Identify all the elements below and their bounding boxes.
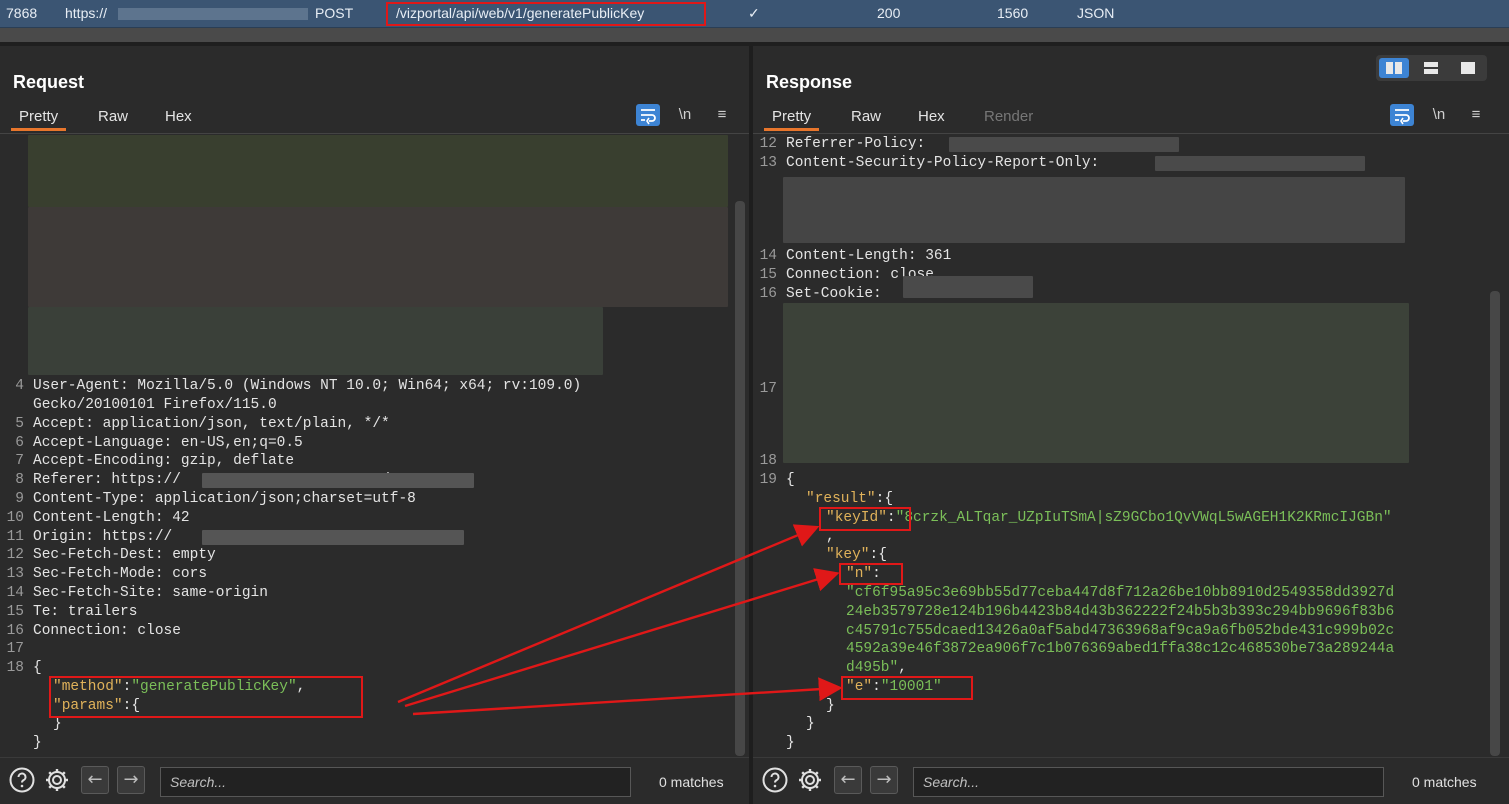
tab-hex[interactable]: Hex xyxy=(918,108,945,125)
next-match-arrow-icon[interactable]: → xyxy=(117,766,145,794)
history-mime: JSON xyxy=(1077,5,1115,21)
json-close: } xyxy=(786,735,795,751)
tab-raw[interactable]: Raw xyxy=(98,108,128,125)
response-title: Response xyxy=(766,72,853,92)
code-line: Sec-Fetch-Mode: cors xyxy=(33,566,208,582)
request-footer: ← → 0 matches xyxy=(0,757,749,804)
wrap-lines-icon[interactable] xyxy=(1390,104,1414,126)
json-result-line: "result":{ xyxy=(806,491,894,507)
response-scrollbar[interactable] xyxy=(1490,291,1500,756)
newline-toggle[interactable]: \n xyxy=(1427,104,1451,126)
code-line: Referrer-Policy: xyxy=(786,136,926,152)
redacted-host xyxy=(118,8,308,20)
wrap-lines-icon[interactable] xyxy=(636,104,660,126)
code-line: { xyxy=(33,660,42,676)
request-matches: 0 matches xyxy=(659,774,724,790)
json-close: } xyxy=(33,735,42,751)
help-icon[interactable] xyxy=(8,766,36,794)
json-n-value: d495b", xyxy=(846,660,907,676)
code-line: Set-Cookie: xyxy=(786,286,882,302)
tab-divider xyxy=(0,133,749,134)
split-vertical-icon[interactable] xyxy=(1416,58,1446,78)
history-length: 1560 xyxy=(997,5,1029,21)
menu-icon[interactable]: ≡ xyxy=(1464,104,1488,126)
settings-gear-icon[interactable] xyxy=(43,766,71,794)
history-id: 7868 xyxy=(6,5,38,21)
prev-match-arrow-icon[interactable]: ← xyxy=(834,766,862,794)
json-key-close: } xyxy=(826,698,835,714)
redacted-origin xyxy=(202,530,464,545)
code-line: Connection: close xyxy=(33,623,181,639)
code-line: Content-Length: 42 xyxy=(33,510,190,526)
json-n-value: "cf6f95a95c3e69bb55d77ceba447d8f712a26be… xyxy=(846,585,1395,601)
e-highlight xyxy=(841,676,973,700)
code-line: Origin: https:// xyxy=(33,529,173,545)
help-icon[interactable] xyxy=(761,766,789,794)
request-scrollbar[interactable] xyxy=(735,201,745,756)
code-line: Te: trailers xyxy=(33,604,138,620)
code-line: User-Agent: Mozilla/5.0 (Windows NT 10.0… xyxy=(33,378,582,394)
code-line: Content-Type: application/json;charset=u… xyxy=(33,491,416,507)
code-line: Accept-Encoding: gzip, deflate xyxy=(33,453,295,469)
response-search-input[interactable] xyxy=(913,767,1384,797)
json-n-value: 24eb3579728e124b196b4423b84d43b362222f24… xyxy=(846,604,1395,620)
next-match-arrow-icon[interactable]: → xyxy=(870,766,898,794)
tab-pretty[interactable]: Pretty xyxy=(11,108,67,131)
redacted-value xyxy=(949,137,1179,152)
code-line: Content-Security-Policy-Report-Only: xyxy=(786,155,1100,171)
redacted-value xyxy=(903,276,1033,298)
tab-divider xyxy=(753,133,1509,134)
layout-switcher xyxy=(1376,55,1487,81)
settings-gear-icon[interactable] xyxy=(796,766,824,794)
code-line: Content-Length: 361 xyxy=(786,248,952,264)
response-code[interactable]: 12 Referrer-Policy: 13 Content-Security-Po… xyxy=(753,135,1490,755)
code-line: Accept-Language: en-US,en;q=0.5 xyxy=(33,435,303,451)
keyid-highlight xyxy=(819,507,911,531)
code-line: Gecko/20100101 Firefox/115.0 xyxy=(33,397,277,413)
code-line: Sec-Fetch-Site: same-origin xyxy=(33,585,268,601)
history-check: ✓ xyxy=(748,5,760,21)
redacted-value xyxy=(1155,156,1365,171)
tab-render[interactable]: Render xyxy=(984,108,1033,125)
menu-icon[interactable]: ≡ xyxy=(710,104,734,126)
history-scrollbar[interactable] xyxy=(0,28,1509,42)
history-method: POST xyxy=(315,5,354,21)
response-pane: Response Pretty Raw Hex Render \n ≡ 12 Re… xyxy=(753,46,1509,804)
tab-raw[interactable]: Raw xyxy=(851,108,881,125)
history-url: https:// xyxy=(65,5,108,21)
redacted-referer xyxy=(202,473,474,488)
response-matches: 0 matches xyxy=(1412,774,1477,790)
request-code[interactable]: 4 User-Agent: Mozilla/5.0 (Windows NT 10.… xyxy=(0,135,737,755)
tab-pretty[interactable]: Pretty xyxy=(764,108,820,131)
history-row[interactable]: 7868 https:// POST /vizportal/api/web/v1… xyxy=(0,0,1509,28)
response-footer: ← → 0 matches xyxy=(753,757,1509,804)
tab-hex[interactable]: Hex xyxy=(165,108,192,125)
prev-match-arrow-icon[interactable]: ← xyxy=(81,766,109,794)
request-body-highlight xyxy=(49,676,363,718)
request-title: Request xyxy=(13,72,85,92)
redacted-block xyxy=(783,303,1409,463)
json-key-line: "key":{ xyxy=(826,547,887,563)
json-n-value: c45791c755dcaed13426a0af5abd47363968af9c… xyxy=(846,623,1395,639)
n-highlight xyxy=(839,563,903,585)
code-line: Sec-Fetch-Dest: empty xyxy=(33,547,216,563)
json-n-value: 4592a39e46f3872ea906f7c1b076369abed1ffa3… xyxy=(846,641,1395,657)
history-status: 200 xyxy=(877,5,901,21)
json-result-close: } xyxy=(806,716,815,732)
path-highlight-box xyxy=(386,2,706,26)
request-pane: Request Pretty Raw Hex \n ≡ 4 User-Agent:… xyxy=(0,46,749,804)
code-line: Accept: application/json, text/plain, */… xyxy=(33,416,390,432)
split-horizontal-icon[interactable] xyxy=(1379,58,1409,78)
code-line: { xyxy=(786,472,795,488)
newline-toggle[interactable]: \n xyxy=(673,104,697,126)
redacted-block xyxy=(783,177,1405,243)
request-search-input[interactable] xyxy=(160,767,631,797)
single-pane-icon[interactable] xyxy=(1453,58,1483,78)
